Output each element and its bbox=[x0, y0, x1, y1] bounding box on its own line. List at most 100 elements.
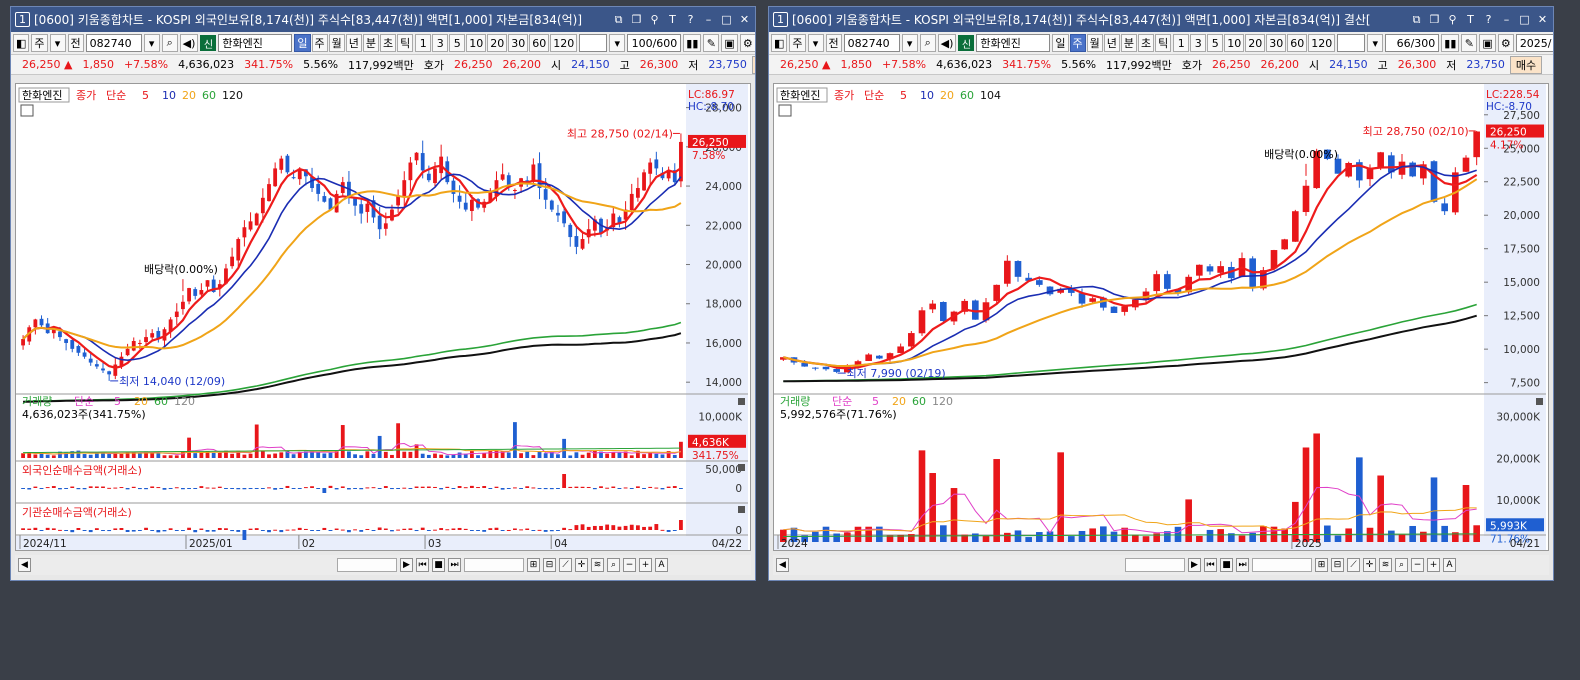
interval-tab[interactable]: 틱 bbox=[397, 34, 414, 52]
interval-custom-input[interactable] bbox=[579, 34, 608, 52]
interval-tab[interactable]: 초 bbox=[1138, 34, 1155, 52]
date-input[interactable]: 2025/ bbox=[1515, 34, 1553, 52]
interval-number-button[interactable]: 120 bbox=[1308, 34, 1336, 52]
all-button[interactable]: 전 bbox=[825, 34, 842, 52]
maximize-icon[interactable]: □ bbox=[1518, 13, 1531, 27]
pin-icon[interactable]: ⚲ bbox=[648, 13, 661, 27]
scroll-left-icon[interactable]: ◀ bbox=[18, 558, 31, 572]
count-input[interactable]: 66/300 bbox=[1385, 34, 1440, 52]
chart-settings-icon[interactable]: ◧ bbox=[13, 34, 30, 52]
gear-icon[interactable]: ⚙ bbox=[739, 34, 755, 52]
gear-icon[interactable]: ⚙ bbox=[1497, 34, 1514, 52]
chart-settings-icon[interactable]: ◧ bbox=[771, 34, 788, 52]
interval-number-button[interactable]: 30 bbox=[508, 34, 529, 52]
copy-icon[interactable]: ❐ bbox=[1428, 13, 1441, 27]
interval-number-button[interactable]: 20 bbox=[1245, 34, 1266, 52]
interval-number-button[interactable]: 1 bbox=[1173, 34, 1190, 52]
interval-tab[interactable]: 년 bbox=[345, 34, 362, 52]
interval-number-button[interactable]: 30 bbox=[1266, 34, 1287, 52]
copy-icon[interactable]: ❐ bbox=[630, 13, 643, 27]
interval-tab[interactable]: 주 bbox=[1069, 34, 1086, 52]
chevron-down-icon[interactable]: ▾ bbox=[901, 34, 918, 52]
interval-tab[interactable]: 틱 bbox=[1155, 34, 1172, 52]
interval-number-button[interactable]: 10 bbox=[466, 34, 487, 52]
zoom-in-icon[interactable]: + bbox=[639, 558, 652, 572]
text-icon[interactable]: T bbox=[1464, 13, 1477, 27]
search-icon[interactable]: ⌕ bbox=[161, 34, 178, 52]
chevron-down-icon[interactable]: ▾ bbox=[807, 34, 824, 52]
link-icon[interactable]: ⧉ bbox=[612, 13, 625, 27]
count-input[interactable]: 100/600 bbox=[627, 34, 682, 52]
chevron-down-icon[interactable]: ▾ bbox=[1367, 34, 1384, 52]
fib-icon[interactable]: ≋ bbox=[591, 558, 604, 572]
interval-custom-input[interactable] bbox=[1337, 34, 1366, 52]
trendline-icon[interactable]: ⟋ bbox=[559, 558, 572, 572]
chart-type-icon[interactable]: ▮▮ bbox=[1441, 34, 1460, 52]
rewind-icon[interactable]: ⏮ bbox=[416, 558, 429, 572]
chevron-down-icon[interactable]: ▾ bbox=[143, 34, 160, 52]
cross-icon[interactable]: ✛ bbox=[1363, 558, 1376, 572]
interval-number-button[interactable]: 60 bbox=[529, 34, 550, 52]
interval-number-button[interactable]: 3 bbox=[432, 34, 449, 52]
forward-icon[interactable]: ⏭ bbox=[1236, 558, 1249, 572]
stock-name-field[interactable]: 한화엔진 bbox=[218, 34, 293, 52]
stop-icon[interactable]: ■ bbox=[432, 558, 445, 572]
zoom-out-icon[interactable]: − bbox=[1411, 558, 1424, 572]
interval-tab[interactable]: 년 bbox=[1103, 34, 1120, 52]
interval-number-button[interactable]: 20 bbox=[487, 34, 508, 52]
search-icon[interactable]: ⌕ bbox=[919, 34, 936, 52]
scroll-right-icon[interactable]: ▶ bbox=[400, 558, 413, 572]
chart-scrollbar[interactable]: ◀ ▶ ⏮ ■ ⏭ ⊞ ⊟ ⟋ ✛ ≋ ⌕ − + A bbox=[15, 555, 751, 575]
zoom-slider[interactable] bbox=[464, 558, 524, 572]
interval-number-button[interactable]: 1 bbox=[415, 34, 432, 52]
interval-tab[interactable]: 주 bbox=[311, 34, 328, 52]
zoom-in-icon[interactable]: + bbox=[1427, 558, 1440, 572]
tools-icon[interactable]: ✎ bbox=[703, 34, 720, 52]
period-select[interactable]: 주 bbox=[31, 34, 48, 52]
interval-number-button[interactable]: 5 bbox=[1207, 34, 1224, 52]
stock-name-field[interactable]: 한화엔진 bbox=[976, 34, 1051, 52]
chart-area[interactable]: 28,00026,00024,00022,00020,00018,00016,0… bbox=[15, 83, 751, 551]
interval-number-button[interactable]: 3 bbox=[1190, 34, 1207, 52]
interval-tab[interactable]: 일 bbox=[294, 34, 311, 52]
period-select[interactable]: 주 bbox=[789, 34, 806, 52]
interval-number-button[interactable]: 5 bbox=[449, 34, 466, 52]
chevron-down-icon[interactable]: ▾ bbox=[609, 34, 626, 52]
interval-tab[interactable]: 초 bbox=[380, 34, 397, 52]
pin-icon[interactable]: ⚲ bbox=[1446, 13, 1459, 27]
scroll-track[interactable] bbox=[792, 558, 1122, 572]
cross-icon[interactable]: ✛ bbox=[575, 558, 588, 572]
speaker-icon[interactable]: ◀) bbox=[937, 34, 957, 52]
font-icon[interactable]: A bbox=[655, 558, 668, 572]
stop-icon[interactable]: ■ bbox=[1220, 558, 1233, 572]
chart-scrollbar[interactable]: ◀ ▶ ⏮ ■ ⏭ ⊞ ⊟ ⟋ ✛ ≋ ⌕ − + A bbox=[773, 555, 1549, 575]
scroll-thumb[interactable] bbox=[1125, 558, 1185, 572]
scroll-right-icon[interactable]: ▶ bbox=[1188, 558, 1201, 572]
layout-icon[interactable]: ⊞ bbox=[1315, 558, 1328, 572]
help-icon[interactable]: ? bbox=[684, 13, 697, 27]
buy-button[interactable]: 매수 bbox=[1509, 55, 1543, 74]
stock-code-input[interactable]: 082740 bbox=[85, 34, 142, 52]
zoom-out-icon[interactable]: − bbox=[623, 558, 636, 572]
window-titlebar[interactable]: 1 [0600] 키움종합차트 - KOSPI 외국인보유[8,174(천)] … bbox=[769, 7, 1553, 32]
fib-icon[interactable]: ≋ bbox=[1379, 558, 1392, 572]
scroll-track[interactable] bbox=[34, 558, 334, 572]
layout2-icon[interactable]: ⊟ bbox=[543, 558, 556, 572]
minimize-icon[interactable]: – bbox=[702, 13, 715, 27]
interval-number-button[interactable]: 60 bbox=[1287, 34, 1308, 52]
trendline-icon[interactable]: ⟋ bbox=[1347, 558, 1360, 572]
search-icon[interactable]: ⌕ bbox=[607, 558, 620, 572]
all-button[interactable]: 전 bbox=[67, 34, 84, 52]
interval-tab[interactable]: 분 bbox=[1120, 34, 1138, 52]
chart-area[interactable]: 27,500 25,000 22,500 20,000 17,500 15,000 12,5… bbox=[773, 83, 1549, 551]
scroll-thumb[interactable] bbox=[337, 558, 397, 572]
layout-icon[interactable]: ⊞ bbox=[527, 558, 540, 572]
save-icon[interactable]: ▣ bbox=[721, 34, 738, 52]
rewind-icon[interactable]: ⏮ bbox=[1204, 558, 1217, 572]
close-icon[interactable]: ✕ bbox=[738, 13, 751, 27]
minimize-icon[interactable]: – bbox=[1500, 13, 1513, 27]
font-icon[interactable]: A bbox=[1443, 558, 1456, 572]
speaker-icon[interactable]: ◀) bbox=[179, 34, 199, 52]
maximize-icon[interactable]: □ bbox=[720, 13, 733, 27]
interval-number-button[interactable]: 10 bbox=[1224, 34, 1245, 52]
